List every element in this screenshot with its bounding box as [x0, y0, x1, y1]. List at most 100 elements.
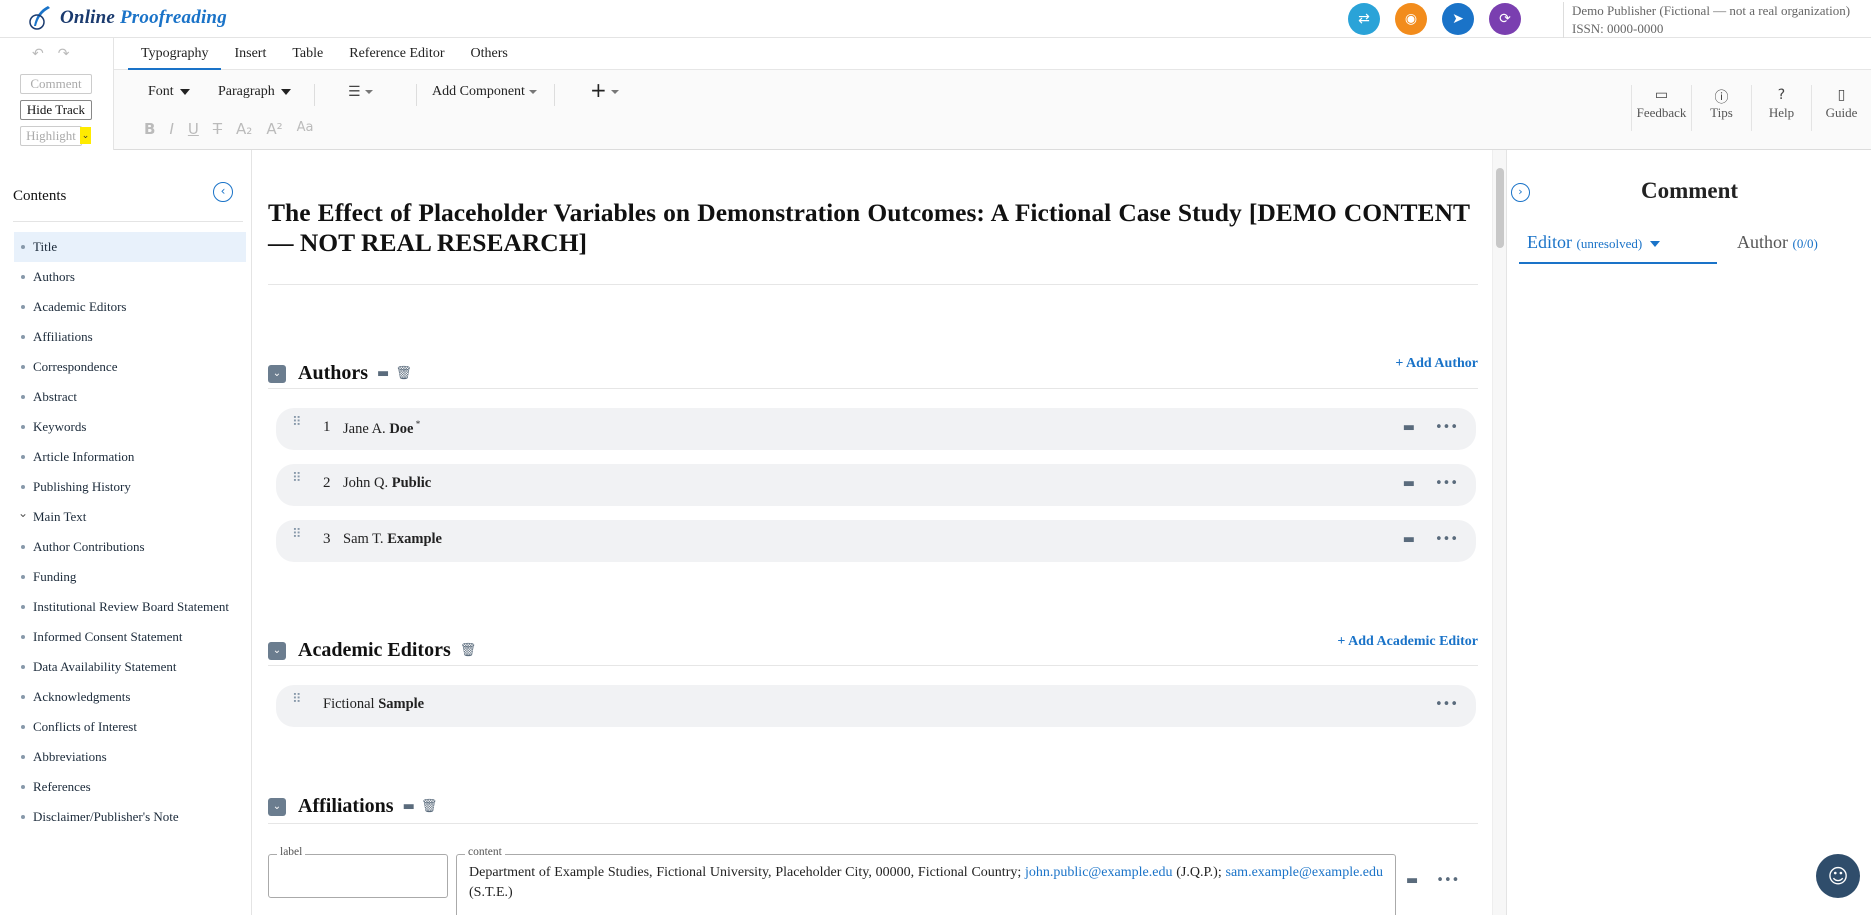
comment-panel-title: Comment — [1640, 178, 1739, 203]
sidebar-item-academic-editors[interactable]: Academic Editors — [14, 292, 246, 322]
author-name[interactable]: Jane A. Doe * — [343, 419, 420, 438]
comment-icon[interactable]: ▬ — [1403, 420, 1415, 435]
more-options-icon[interactable]: ••• — [1435, 697, 1458, 712]
affiliation-actions: ▬ ••• — [1406, 873, 1474, 888]
editors-section-header: ⌄ Academic Editors 🗑 — [268, 639, 476, 662]
app-logo[interactable]: Online Proofreading — [28, 4, 227, 32]
help-button[interactable]: ? Help — [1751, 85, 1811, 131]
editor-name[interactable]: Fictional Sample — [323, 696, 424, 713]
sidebar-item-disclaimer[interactable]: Disclaimer/Publisher's Note — [14, 802, 246, 832]
support-chat-icon[interactable]: ☺ — [1816, 854, 1860, 898]
comment-icon[interactable]: ▬ — [1406, 873, 1418, 888]
sidebar-item-article-information[interactable]: Article Information — [14, 442, 246, 472]
sidebar-item-keywords[interactable]: Keywords — [14, 412, 246, 442]
sidebar-item-main-text[interactable]: Main Text — [14, 498, 246, 532]
subscript-icon[interactable]: A₂ — [236, 120, 252, 138]
email-link[interactable]: sam.example@example.edu — [1226, 865, 1384, 880]
tab-editor-comments[interactable]: Editor (unresolved) — [1527, 232, 1661, 253]
paragraph-dropdown[interactable]: Paragraph — [218, 84, 291, 100]
sidebar-item-correspondence[interactable]: Correspondence — [14, 352, 246, 382]
add-component-dropdown[interactable]: Add Component — [432, 84, 537, 100]
sidebar-item-publishing-history[interactable]: Publishing History — [14, 472, 246, 502]
undo-icon[interactable]: ↶ — [32, 46, 44, 62]
text-style-group: B I U T A₂ A² Aa — [144, 120, 313, 138]
add-academic-editor-button[interactable]: + Add Academic Editor — [1337, 634, 1478, 650]
author-name[interactable]: Sam T. Example — [343, 531, 442, 548]
sidebar-item-references[interactable]: References — [14, 772, 246, 802]
sidebar-item-irb-statement[interactable]: Institutional Review Board Statement — [14, 592, 246, 622]
collapse-section-icon[interactable]: ⌄ — [268, 364, 286, 383]
comment-icon[interactable]: ▬ — [403, 799, 415, 814]
sidebar-item-abbreviations[interactable]: Abbreviations — [14, 742, 246, 772]
comment-icon[interactable]: ▬ — [1403, 532, 1415, 547]
guide-button[interactable]: ▯ Guide — [1811, 85, 1871, 131]
sidebar-item-abstract[interactable]: Abstract — [14, 382, 246, 412]
tab-reference-editor[interactable]: Reference Editor — [336, 38, 457, 70]
more-options-icon[interactable]: ••• — [1436, 873, 1459, 888]
divider — [554, 84, 555, 106]
sidebar-item-authors[interactable]: Authors — [14, 262, 246, 292]
underline-icon[interactable]: U — [188, 120, 199, 138]
preview-eye-icon[interactable]: ◉ — [1395, 3, 1427, 35]
tab-table[interactable]: Table — [279, 38, 336, 70]
add-author-button[interactable]: + Add Author — [1395, 356, 1478, 372]
affiliation-label-field[interactable]: label — [268, 846, 448, 898]
more-options-icon[interactable]: ••• — [1435, 476, 1458, 491]
delete-list-icon[interactable]: 🗑 — [460, 643, 477, 658]
sidebar-item-author-contributions[interactable]: Author Contributions — [14, 532, 246, 562]
sidebar-item-conflicts-of-interest[interactable]: Conflicts of Interest — [14, 712, 246, 742]
divider — [268, 284, 1478, 285]
article-title[interactable]: The Effect of Placeholder Variables on D… — [268, 198, 1470, 258]
send-icon[interactable]: ➤ — [1442, 3, 1474, 35]
tab-others[interactable]: Others — [457, 38, 520, 70]
sidebar-item-title[interactable]: Title — [14, 232, 246, 262]
feedback-button[interactable]: ▭ Feedback — [1631, 85, 1691, 131]
delete-list-icon[interactable]: 🗑 — [395, 366, 412, 381]
tab-typography[interactable]: Typography — [128, 38, 222, 70]
app-title: Online Proofreading — [60, 7, 227, 28]
comment-icon[interactable]: ▬ — [1403, 476, 1415, 491]
collapse-section-icon[interactable]: ⌄ — [268, 797, 286, 816]
drag-handle-icon[interactable]: ⠿ — [292, 416, 301, 429]
compare-icon[interactable]: ⇄ — [1348, 3, 1380, 35]
strikethrough-icon[interactable]: T — [213, 120, 222, 138]
drag-handle-icon[interactable]: ⠿ — [292, 472, 301, 485]
sidebar-item-funding[interactable]: Funding — [14, 562, 246, 592]
highlight-color-dropdown[interactable]: ⌄ — [80, 127, 91, 144]
redo-icon[interactable]: ↷ — [58, 46, 70, 62]
drag-handle-icon[interactable]: ⠿ — [292, 693, 301, 706]
case-icon[interactable]: Aa — [297, 120, 314, 138]
format-toolbar: Font Paragraph ☰ Add Component + B I U T… — [114, 70, 1871, 150]
insert-plus-dropdown[interactable]: + — [590, 78, 619, 102]
comment-icon[interactable]: ▬ — [377, 366, 389, 381]
sidebar-item-acknowledgments[interactable]: Acknowledgments — [14, 682, 246, 712]
sidebar-item-informed-consent[interactable]: Informed Consent Statement — [14, 622, 246, 652]
more-options-icon[interactable]: ••• — [1435, 532, 1458, 547]
font-dropdown[interactable]: Font — [148, 84, 190, 100]
bold-icon[interactable]: B — [144, 120, 155, 138]
superscript-icon[interactable]: A² — [266, 120, 282, 138]
email-link[interactable]: john.public@example.edu — [1025, 865, 1172, 880]
drag-handle-icon[interactable]: ⠿ — [292, 528, 301, 541]
list-dropdown[interactable]: ☰ — [348, 84, 373, 100]
sidebar-item-data-availability[interactable]: Data Availability Statement — [14, 652, 246, 682]
delete-list-icon[interactable]: 🗑 — [421, 799, 438, 814]
sidebar-item-affiliations[interactable]: Affiliations — [14, 322, 246, 352]
collapse-sidebar-icon[interactable]: ‹ — [213, 182, 233, 202]
hide-track-button[interactable]: Hide Track — [20, 100, 92, 120]
collapse-section-icon[interactable]: ⌄ — [268, 641, 286, 660]
author-row: ⠿ 1 Jane A. Doe * ▬ ••• — [276, 408, 1476, 450]
comment-button[interactable]: Comment — [20, 74, 92, 94]
more-options-icon[interactable]: ••• — [1435, 420, 1458, 435]
tab-insert[interactable]: Insert — [221, 38, 279, 70]
tab-author-comments[interactable]: Author (0/0) — [1737, 232, 1818, 253]
feedback-icon: ▭ — [1654, 87, 1669, 103]
editor-scrollbar[interactable] — [1492, 150, 1506, 915]
italic-icon[interactable]: I — [169, 120, 173, 138]
scroll-thumb[interactable] — [1496, 168, 1504, 248]
affiliation-content-field[interactable]: content Department of Example Studies, F… — [456, 846, 1396, 915]
author-name[interactable]: John Q. Public — [343, 475, 431, 492]
tips-button[interactable]: ⓘ Tips — [1691, 85, 1751, 131]
sync-icon[interactable]: ⟳ — [1489, 3, 1521, 35]
highlight-button[interactable]: Highlight — [20, 126, 82, 146]
